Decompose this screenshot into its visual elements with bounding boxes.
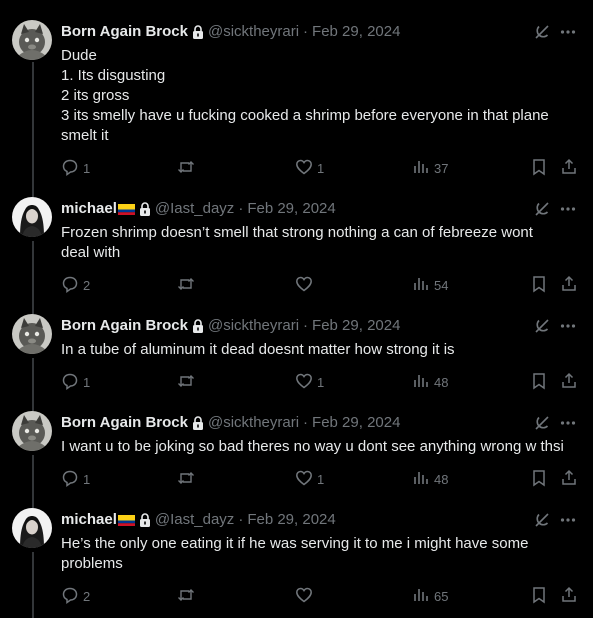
user-handle[interactable]: @Iast_dayz <box>155 510 234 530</box>
colombia-flag-icon <box>117 514 135 526</box>
views-icon <box>412 586 430 607</box>
share-icon <box>560 586 578 607</box>
display-name[interactable]: michael <box>61 510 117 530</box>
timestamp[interactable]: Feb 29, 2024 <box>247 510 335 530</box>
grok-icon[interactable] <box>533 511 551 529</box>
tweet-header: michael @Iast_dayz · Feb 29, 2024 <box>61 510 523 530</box>
tweet-text-line: problems <box>61 555 123 572</box>
reply-button[interactable]: 2 <box>61 586 90 606</box>
reply-count: 2 <box>83 588 91 604</box>
reply-icon <box>61 586 79 607</box>
tweet-actions: 2 65 <box>61 586 593 606</box>
bookmark-button[interactable] <box>530 586 548 606</box>
more-icon[interactable] <box>559 511 577 529</box>
like-icon <box>295 586 313 607</box>
tweet[interactable]: michael @Iast_dayz · Feb 29, 2024 He’s t… <box>0 0 593 618</box>
avatar[interactable] <box>12 508 52 548</box>
like-button[interactable] <box>295 586 317 606</box>
repost-icon <box>177 586 195 607</box>
views-count: 65 <box>434 588 449 604</box>
tweet-text-line: He’s the only one eating it if he was se… <box>61 535 529 552</box>
separator-dot: · <box>238 511 244 528</box>
views-button[interactable]: 65 <box>412 586 448 606</box>
tweet-text: He’s the only one eating it if he was se… <box>61 534 575 574</box>
repost-button[interactable] <box>177 586 199 606</box>
bookmark-icon <box>530 586 548 607</box>
lock-icon <box>139 513 150 527</box>
share-button[interactable] <box>560 586 578 606</box>
